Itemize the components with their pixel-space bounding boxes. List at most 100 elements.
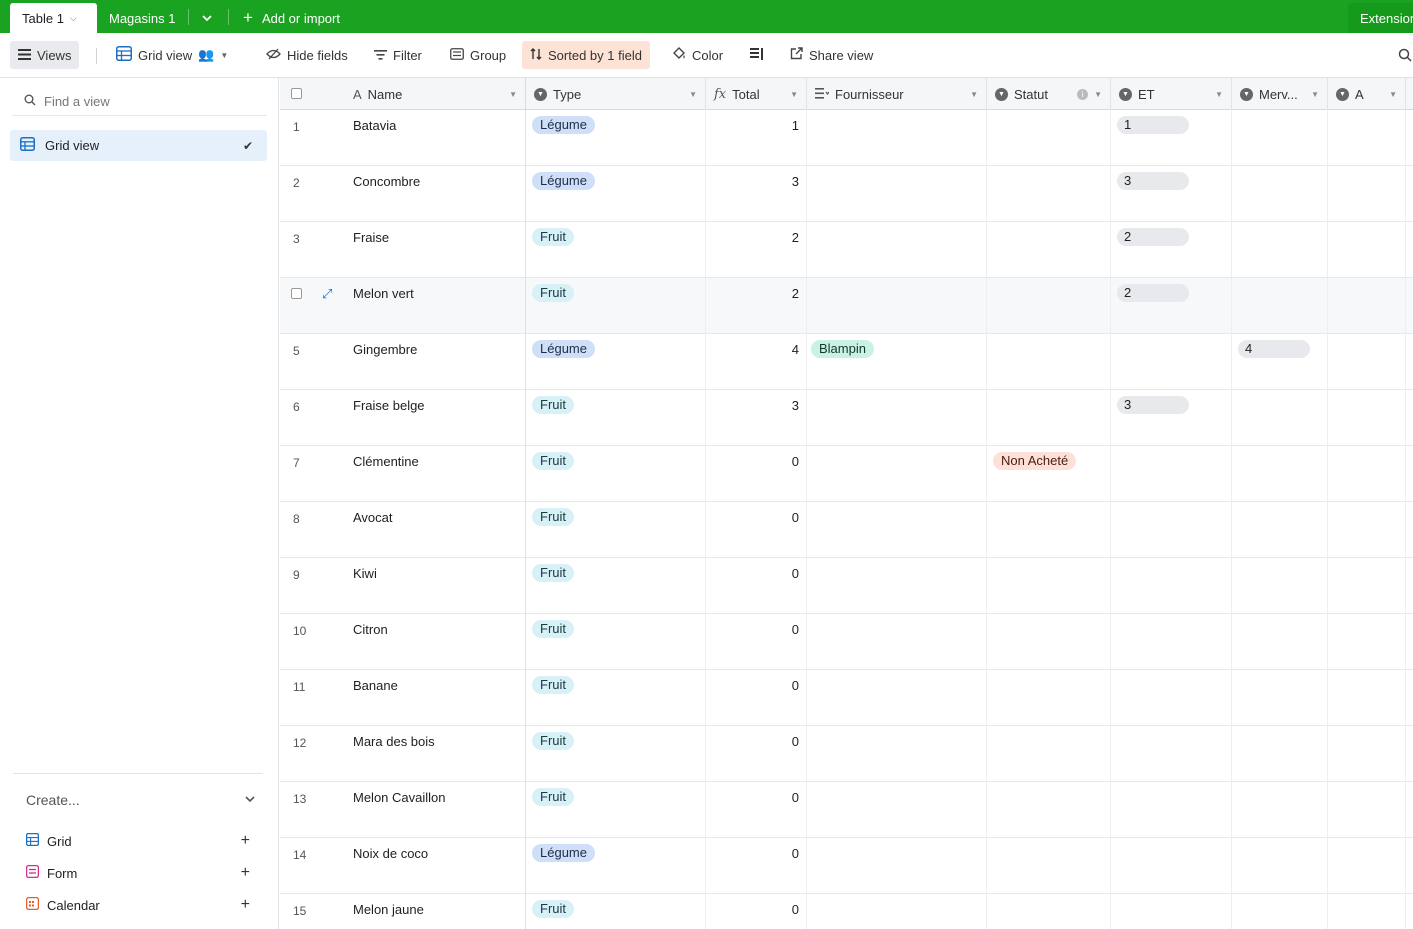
cell-fournisseur[interactable] — [807, 670, 987, 726]
cell-statut[interactable] — [987, 278, 1111, 334]
cell-fournisseur[interactable] — [807, 558, 987, 614]
cell-statut[interactable] — [987, 782, 1111, 838]
create-grid-button[interactable]: Grid + — [25, 831, 256, 851]
cell-fournisseur[interactable] — [807, 726, 987, 782]
cell-type[interactable]: Légume — [526, 110, 706, 166]
table-row[interactable]: 1 Batavia Légume 1 1 — [280, 110, 1413, 166]
table-row[interactable]: 2 Concombre Légume 3 3 — [280, 166, 1413, 222]
sort-button[interactable]: Sorted by 1 field — [522, 41, 650, 69]
hide-fields-button[interactable]: Hide fields — [258, 41, 356, 69]
caret-down-icon[interactable]: ▼ — [1311, 90, 1319, 99]
cell-et[interactable] — [1111, 558, 1232, 614]
cell-name[interactable]: Concombre — [352, 166, 526, 222]
cell-a[interactable] — [1328, 334, 1406, 390]
cell-et[interactable] — [1111, 782, 1232, 838]
cell-name[interactable]: Fraise belge — [352, 390, 526, 446]
cell-fournisseur[interactable] — [807, 110, 987, 166]
cell-a[interactable] — [1328, 782, 1406, 838]
table-row[interactable]: 7 Clémentine Fruit 0 Non Acheté — [280, 446, 1413, 502]
cell-total[interactable]: 3 — [706, 390, 807, 446]
cell-type[interactable]: Fruit — [526, 670, 706, 726]
cell-statut[interactable] — [987, 614, 1111, 670]
cell-type[interactable]: Fruit — [526, 558, 706, 614]
cell-merv[interactable] — [1232, 222, 1328, 278]
cell-et[interactable]: 3 — [1111, 166, 1232, 222]
table-row[interactable]: 3 Fraise Fruit 2 2 — [280, 222, 1413, 278]
tab-table-1[interactable]: Table 1 ⌵ — [10, 3, 97, 33]
cell-total[interactable]: 2 — [706, 278, 807, 334]
cell-et[interactable]: 1 — [1111, 110, 1232, 166]
table-row[interactable]: 8 Avocat Fruit 0 — [280, 502, 1413, 558]
cell-et[interactable]: 3 — [1111, 390, 1232, 446]
cell-statut[interactable] — [987, 390, 1111, 446]
cell-statut[interactable] — [987, 502, 1111, 558]
expand-icon[interactable]: ⤢ — [322, 286, 332, 302]
cell-name[interactable]: Fraise — [352, 222, 526, 278]
cell-name[interactable]: Citron — [352, 614, 526, 670]
cell-total[interactable]: 4 — [706, 334, 807, 390]
cell-fournisseur[interactable] — [807, 390, 987, 446]
cell-name[interactable]: Melon Cavaillon — [352, 782, 526, 838]
row-checkbox[interactable] — [291, 288, 302, 299]
cell-a[interactable] — [1328, 614, 1406, 670]
cell-fournisseur[interactable] — [807, 894, 987, 929]
table-row[interactable]: 14 Noix de coco Légume 0 — [280, 838, 1413, 894]
cell-total[interactable]: 2 — [706, 222, 807, 278]
cell-et[interactable] — [1111, 334, 1232, 390]
cell-statut[interactable] — [987, 166, 1111, 222]
caret-down-icon[interactable]: ▼ — [689, 90, 697, 99]
cell-et[interactable] — [1111, 726, 1232, 782]
cell-total[interactable]: 0 — [706, 558, 807, 614]
find-view-input[interactable]: Find a view — [12, 92, 267, 116]
create-section-toggle[interactable]: Create... — [26, 792, 256, 808]
checkbox[interactable] — [291, 88, 302, 99]
column-header-name[interactable]: A Name ▼ — [352, 78, 526, 110]
cell-total[interactable]: 3 — [706, 166, 807, 222]
cell-type[interactable]: Fruit — [526, 614, 706, 670]
cell-type[interactable]: Légume — [526, 166, 706, 222]
cell-type[interactable]: Fruit — [526, 446, 706, 502]
cell-a[interactable] — [1328, 222, 1406, 278]
cell-fournisseur[interactable] — [807, 838, 987, 894]
cell-fournisseur[interactable] — [807, 446, 987, 502]
table-row[interactable]: 10 Citron Fruit 0 — [280, 614, 1413, 670]
cell-name[interactable]: Gingembre — [352, 334, 526, 390]
column-header-next[interactable] — [1406, 78, 1413, 110]
create-form-button[interactable]: Form + — [25, 863, 256, 883]
cell-merv[interactable] — [1232, 110, 1328, 166]
cell-merv[interactable] — [1232, 726, 1328, 782]
cell-type[interactable]: Fruit — [526, 222, 706, 278]
cell-total[interactable]: 1 — [706, 110, 807, 166]
cell-merv[interactable] — [1232, 670, 1328, 726]
cell-statut[interactable] — [987, 334, 1111, 390]
cell-type[interactable]: Fruit — [526, 894, 706, 929]
cell-fournisseur[interactable] — [807, 782, 987, 838]
caret-down-icon[interactable]: ▼ — [1215, 90, 1223, 99]
cell-name[interactable]: Mara des bois — [352, 726, 526, 782]
column-header-et[interactable]: ▼ ET ▼ — [1111, 78, 1232, 110]
cell-name[interactable]: Melon vert — [352, 278, 526, 334]
cell-fournisseur[interactable] — [807, 502, 987, 558]
table-row[interactable]: 12 Mara des bois Fruit 0 — [280, 726, 1413, 782]
cell-merv[interactable] — [1232, 558, 1328, 614]
cell-et[interactable] — [1111, 446, 1232, 502]
column-header-type[interactable]: ▼ Type ▼ — [526, 78, 706, 110]
select-all-checkbox[interactable] — [280, 78, 352, 110]
cell-a[interactable] — [1328, 446, 1406, 502]
cell-statut[interactable] — [987, 222, 1111, 278]
cell-name[interactable]: Noix de coco — [352, 838, 526, 894]
row-height-button[interactable] — [742, 41, 772, 69]
cell-name[interactable]: Kiwi — [352, 558, 526, 614]
cell-merv[interactable]: 4 — [1232, 334, 1328, 390]
grid-view-switcher[interactable]: Grid view 👥 ▼ — [108, 41, 236, 69]
cell-total[interactable]: 0 — [706, 726, 807, 782]
cell-a[interactable] — [1328, 166, 1406, 222]
cell-a[interactable] — [1328, 726, 1406, 782]
caret-down-icon[interactable]: ▼ — [1094, 90, 1102, 99]
column-header-a[interactable]: ▼ A ▼ — [1328, 78, 1406, 110]
cell-name[interactable]: Banane — [352, 670, 526, 726]
cell-fournisseur[interactable] — [807, 278, 987, 334]
caret-down-icon[interactable]: ▼ — [1389, 90, 1397, 99]
add-or-import-button[interactable]: + Add or import — [243, 3, 340, 33]
cell-total[interactable]: 0 — [706, 614, 807, 670]
